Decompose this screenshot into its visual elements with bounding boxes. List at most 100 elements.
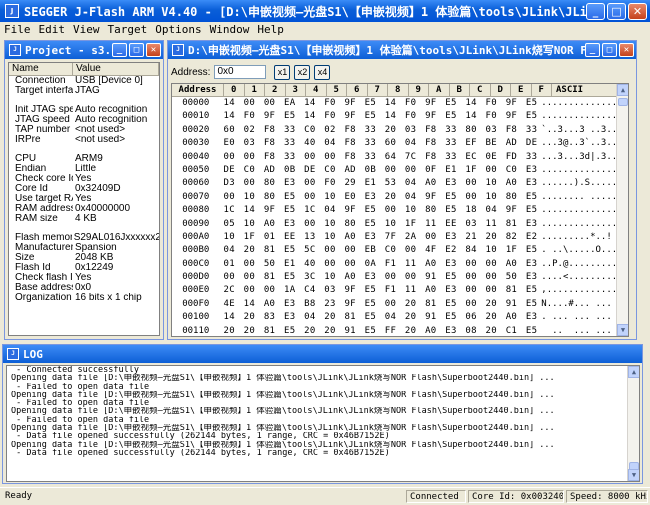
hex-column-header[interactable]: B	[450, 84, 470, 96]
hex-column-header[interactable]: E	[511, 84, 532, 96]
menu-view[interactable]: View	[69, 23, 104, 36]
menu-help[interactable]: Help	[253, 23, 288, 36]
property-row[interactable]: Core Id 0x32409D	[9, 184, 159, 194]
property-row[interactable]: Check core Id Yes	[9, 174, 159, 184]
property-row[interactable]: Flash Id 0x12249	[9, 263, 159, 273]
project-close-button[interactable]: ✕	[146, 43, 161, 57]
hex-row[interactable]: 000B0 04 20 81 E5 5C 00 00 EB C0 00 4F E2…	[172, 244, 628, 257]
header-value[interactable]: Value	[73, 63, 159, 75]
property-row[interactable]: Flash memoryS29AL016Jxxxxxx2	[9, 233, 159, 243]
hex-column-header[interactable]: Address	[172, 84, 224, 96]
log-output[interactable]: - Connected successfully Opening data fil…	[6, 365, 640, 482]
scroll-down-icon[interactable]: ▼	[617, 324, 628, 336]
hex-row[interactable]: 00050 DE C0 AD 0B DE C0 AD 0B 00 00 0F E1…	[172, 164, 628, 177]
memory-close-button[interactable]: ✕	[619, 43, 634, 57]
jflash-app-icon[interactable]: J	[5, 4, 19, 18]
property-row[interactable]: Endian Little	[9, 164, 159, 174]
property-row[interactable]: Use target RAMYes	[9, 194, 159, 204]
property-row[interactable]: Size 2048 KB	[9, 253, 159, 263]
hex-row[interactable]: 00090 05 10 A0 E3 00 10 80 E5 10 1F 11 EE…	[172, 218, 628, 231]
maximize-button[interactable]: □	[607, 2, 626, 20]
property-name: Flash memory	[15, 233, 72, 243]
memory-window-icon[interactable]: J	[172, 44, 184, 56]
hex-column-header[interactable]: D	[491, 84, 511, 96]
hex-row[interactable]: 000C0 01 00 50 E1 40 00 00 0A F1 11 A0 E3…	[172, 258, 628, 271]
log-window-icon[interactable]: J	[7, 348, 19, 360]
menu-edit[interactable]: Edit	[35, 23, 70, 36]
hex-column-header[interactable]: 6	[347, 84, 368, 96]
hex-column-header[interactable]: 4	[306, 84, 327, 96]
zoom-x1-button[interactable]: x1	[274, 64, 291, 80]
property-row[interactable]: Manufacturer Spansion	[9, 243, 159, 253]
property-row[interactable]: RAM size 4 KB	[9, 214, 159, 224]
hex-vertical-scrollbar[interactable]: ▲ ▼	[616, 84, 628, 336]
hex-column-header[interactable]: 8	[388, 84, 409, 96]
menu-target[interactable]: Target	[104, 23, 152, 36]
hex-row[interactable]: 00020 60 02 F8 33 C0 02 F8 33 20 03 F8 33…	[172, 124, 628, 137]
menu-file[interactable]: File	[0, 23, 35, 36]
property-row[interactable]: RAM address 0x40000000	[9, 204, 159, 214]
property-row[interactable]: CPU ARM9	[9, 154, 159, 164]
hex-column-header[interactable]: 0	[224, 84, 245, 96]
property-row[interactable]: IRPre <not used>	[9, 135, 159, 145]
project-window-icon[interactable]: J	[9, 44, 21, 56]
property-row[interactable]: JTAG speed Auto recognition	[9, 115, 159, 125]
hex-column-header[interactable]: 9	[409, 84, 429, 96]
hex-column-header[interactable]: A	[429, 84, 450, 96]
scroll-thumb[interactable]	[618, 98, 628, 106]
hex-row[interactable]: 00080 1C 14 9F E5 1C 04 9F E5 00 10 80 E5…	[172, 204, 628, 217]
zoom-x4-button[interactable]: x4	[314, 64, 331, 80]
hex-column-header[interactable]: 7	[368, 84, 388, 96]
hex-column-header[interactable]: 2	[265, 84, 286, 96]
property-row[interactable]: TAP number <not used>	[9, 125, 159, 135]
hex-address: 00030	[182, 138, 210, 149]
property-row[interactable]: Check flash Id Yes	[9, 273, 159, 283]
project-minimize-button[interactable]: _	[112, 43, 127, 57]
minimize-button[interactable]: _	[586, 2, 605, 20]
hex-row[interactable]: 00000 14 00 00 EA 14 F0 9F E5 14 F0 9F E5…	[172, 97, 628, 110]
hex-row[interactable]: 000F0 4E 14 A0 E3 B8 23 9F E5 00 20 81 E5…	[172, 298, 628, 311]
hex-bytes: 14 00 00 EA 14 F0 9F E5 14 F0 9F E5 14 F…	[223, 98, 538, 108]
property-row[interactable]: Base address 0x0	[9, 283, 159, 293]
property-row[interactable]: Init JTAG speedAuto recognition	[9, 105, 159, 115]
zoom-x2-button[interactable]: x2	[294, 64, 311, 80]
project-maximize-button[interactable]: □	[129, 43, 144, 57]
hex-bytes: 05 10 A0 E3 00 10 80 E5 10 1F 11 EE 03 1…	[223, 218, 538, 229]
hex-column-header[interactable]: C	[470, 84, 491, 96]
log-scroll-up-icon[interactable]: ▲	[628, 366, 639, 378]
hex-row[interactable]: 00070 00 10 80 E5 00 10 E0 E3 20 04 9F E5…	[172, 191, 628, 204]
hex-column-header[interactable]: 1	[245, 84, 265, 96]
hex-row[interactable]: 000E0 2C 00 00 1A C4 03 9F E5 F1 11 A0 E3…	[172, 284, 628, 297]
menu-window[interactable]: Window	[206, 23, 254, 36]
hex-column-header[interactable]: 5	[327, 84, 347, 96]
project-window-titlebar: J Project - s3... _ □ ✕	[5, 41, 163, 59]
hex-row[interactable]: 000D0 00 00 81 E5 3C 10 A0 E3 00 00 91 E5…	[172, 271, 628, 284]
log-scroll-down-icon[interactable]: ▼	[628, 469, 639, 481]
property-row[interactable]: Target interfaceJTAG	[9, 86, 159, 96]
hex-row[interactable]: 00010 14 F0 9F E5 14 F0 9F E5 14 F0 9F E5…	[172, 110, 628, 123]
memory-minimize-button[interactable]: _	[585, 43, 600, 57]
log-vertical-scrollbar[interactable]: ▲ ▼	[627, 366, 639, 481]
project-properties-table[interactable]: Name Value Connection USB [Device 0] Targe…	[8, 62, 160, 336]
property-row[interactable]: Connection USB [Device 0]	[9, 76, 159, 86]
hex-row[interactable]: 00040 00 00 F8 33 00 00 F8 33 64 7C F8 33…	[172, 151, 628, 164]
hex-row[interactable]: 00030 E0 03 F8 33 40 04 F8 33 60 04 F8 33…	[172, 137, 628, 150]
header-name[interactable]: Name	[9, 63, 73, 75]
hex-ascii: . ... ... ... ..	[541, 312, 628, 323]
hex-column-header[interactable]: F	[532, 84, 552, 96]
hex-bytes: 10 1F 01 EE 13 10 A0 E3 7F 2A 00 E3 21 2…	[223, 231, 538, 242]
hex-view[interactable]: Address 0 1 2 3 4 5 6 7 8 9 A B C D E F ASCII 00000 14 00 …	[171, 83, 629, 337]
property-spacer	[9, 224, 159, 233]
hex-ascii: .. ... ... ..	[541, 325, 628, 336]
menu-options[interactable]: Options	[151, 23, 205, 36]
property-row[interactable]: Organization 16 bits x 1 chip	[9, 293, 159, 303]
hex-row[interactable]: 00110 20 20 81 E5 20 20 91 E5 FF 20 A0 E3…	[172, 325, 628, 336]
close-button[interactable]: ✕	[628, 2, 647, 20]
hex-row[interactable]: 000A0 10 1F 01 EE 13 10 A0 E3 7F 2A 00 E3…	[172, 231, 628, 244]
hex-column-header[interactable]: 3	[286, 84, 306, 96]
scroll-up-icon[interactable]: ▲	[617, 84, 628, 96]
address-input[interactable]: 0x0	[214, 65, 267, 79]
memory-maximize-button[interactable]: □	[602, 43, 617, 57]
hex-row[interactable]: 00060 D3 00 80 E3 00 F0 29 E1 53 04 A0 E3…	[172, 177, 628, 190]
hex-row[interactable]: 00100 14 20 83 E3 04 20 81 E5 04 20 91 E5…	[172, 311, 628, 324]
